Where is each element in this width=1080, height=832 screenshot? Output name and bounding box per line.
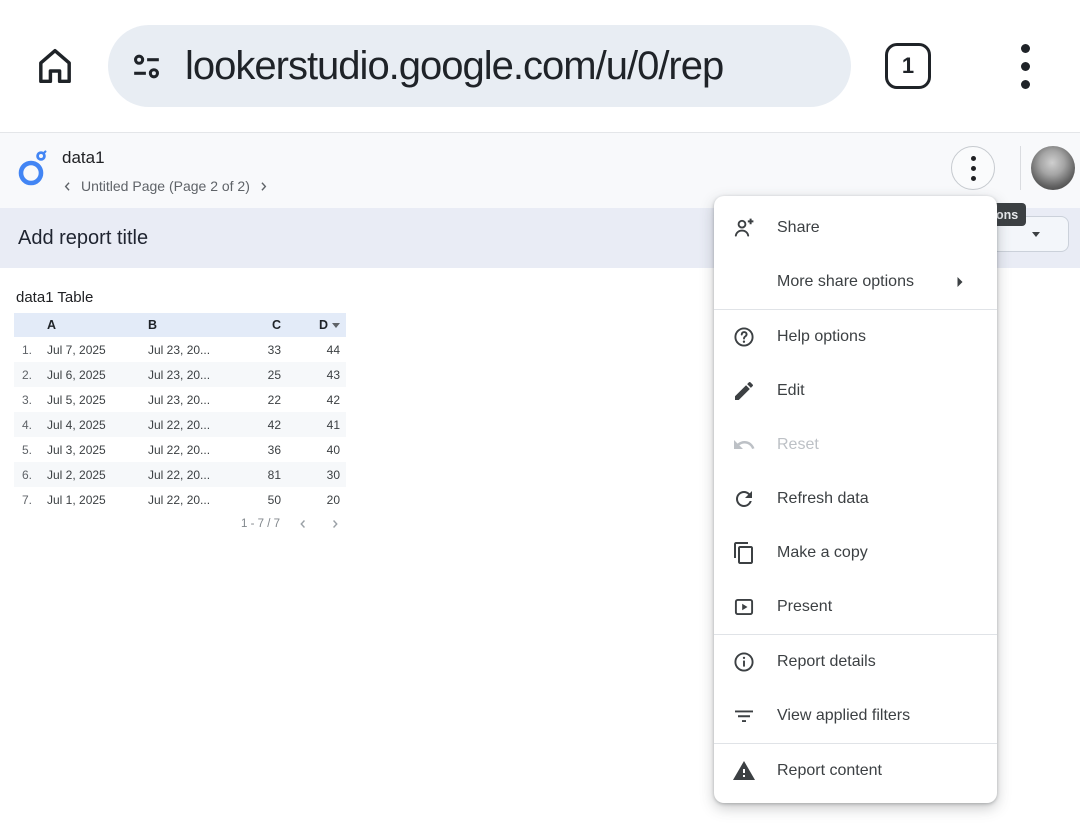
copy-icon xyxy=(732,541,756,565)
home-icon xyxy=(32,43,78,89)
chevron-right-icon xyxy=(328,517,342,531)
refresh-icon xyxy=(732,487,756,511)
page-navigator[interactable]: Untitled Page (Page 2 of 2) xyxy=(60,178,271,194)
more-options-button[interactable] xyxy=(951,146,995,190)
table-row: 6. Jul 2, 2025 Jul 22, 20... 81 30 xyxy=(14,462,346,487)
pencil-icon xyxy=(732,379,756,403)
table-row: 3. Jul 5, 2025 Jul 23, 20... 22 42 xyxy=(14,387,346,412)
browser-toolbar: lookerstudio.google.com/u/0/rep 1 xyxy=(0,0,1080,133)
chevron-right-icon[interactable] xyxy=(256,179,271,194)
submenu-arrow-icon xyxy=(948,270,972,294)
report-title: data1 xyxy=(62,148,105,168)
pagination-range: 1 - 7 / 7 xyxy=(241,518,280,530)
report-title-placeholder: Add report title xyxy=(18,227,148,250)
pagination-prev-button[interactable] xyxy=(292,513,314,535)
menu-item-make-a-copy[interactable]: Make a copy xyxy=(714,526,997,580)
chart-title: data1 Table xyxy=(16,289,93,306)
tab-switcher-button[interactable]: 1 xyxy=(885,43,931,89)
home-button[interactable] xyxy=(32,43,78,89)
header-divider xyxy=(1020,146,1021,190)
browser-menu-icon[interactable] xyxy=(1017,40,1034,93)
person-add-icon xyxy=(732,216,756,240)
more-options-menu: Share More share options Help options Ed… xyxy=(714,196,997,803)
menu-item-reset: Reset xyxy=(714,418,997,472)
column-header-a[interactable]: A xyxy=(42,318,145,332)
warning-icon xyxy=(732,759,756,783)
url-text: lookerstudio.google.com/u/0/rep xyxy=(185,44,825,89)
menu-item-refresh-data[interactable]: Refresh data xyxy=(714,472,997,526)
info-icon xyxy=(732,650,756,674)
pagination-next-button[interactable] xyxy=(324,513,346,535)
menu-item-edit[interactable]: Edit xyxy=(714,364,997,418)
menu-item-report-details[interactable]: Report details xyxy=(714,635,997,689)
column-header-d[interactable]: D xyxy=(285,318,346,332)
menu-item-share[interactable]: Share xyxy=(714,201,997,255)
url-bar[interactable]: lookerstudio.google.com/u/0/rep xyxy=(108,25,851,107)
column-header-b[interactable]: B xyxy=(145,318,230,332)
table-row: 1. Jul 7, 2025 Jul 23, 20... 33 44 xyxy=(14,337,346,362)
help-icon xyxy=(732,325,756,349)
filter-icon xyxy=(732,704,756,728)
tooltip-text: ons xyxy=(996,208,1018,222)
menu-item-help-options[interactable]: Help options xyxy=(714,310,997,364)
menu-item-present[interactable]: Present xyxy=(714,580,997,634)
table-row: 5. Jul 3, 2025 Jul 22, 20... 36 40 xyxy=(14,437,346,462)
looker-studio-logo-icon xyxy=(16,147,52,194)
menu-item-view-applied-filters[interactable]: View applied filters xyxy=(714,689,997,743)
chevron-down-icon xyxy=(1032,232,1040,237)
table-pagination: 1 - 7 / 7 xyxy=(14,512,346,536)
table-row: 7. Jul 1, 2025 Jul 22, 20... 50 20 xyxy=(14,487,346,512)
site-settings-icon[interactable] xyxy=(128,48,165,85)
menu-item-more-share-options[interactable]: More share options xyxy=(714,255,997,309)
kebab-icon xyxy=(971,156,976,181)
table-row: 2. Jul 6, 2025 Jul 23, 20... 25 43 xyxy=(14,362,346,387)
avatar[interactable] xyxy=(1031,146,1075,190)
sort-desc-icon xyxy=(332,323,340,328)
undo-icon xyxy=(732,433,756,457)
column-header-c[interactable]: C xyxy=(230,318,285,332)
table-header-row: A B C D xyxy=(14,313,346,337)
chevron-left-icon xyxy=(296,517,310,531)
chevron-left-icon[interactable] xyxy=(60,179,75,194)
menu-item-report-content[interactable]: Report content xyxy=(714,744,997,798)
table-row: 4. Jul 4, 2025 Jul 22, 20... 42 41 xyxy=(14,412,346,437)
present-icon xyxy=(732,595,756,619)
breadcrumb[interactable]: Untitled Page (Page 2 of 2) xyxy=(81,178,250,194)
data-table: A B C D 1. Jul 7, 2025 Jul 23, 20... 33 … xyxy=(14,313,346,536)
